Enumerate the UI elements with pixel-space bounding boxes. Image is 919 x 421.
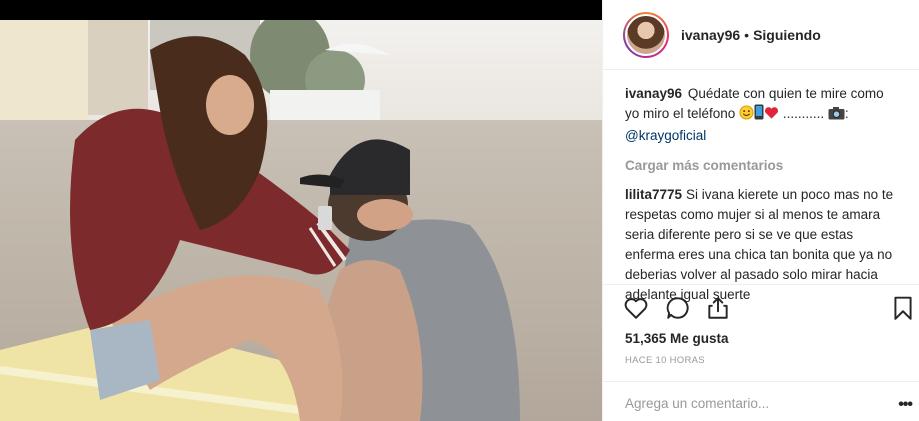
caption-dots: ........... bbox=[779, 106, 828, 121]
load-more-comments-button[interactable]: Cargar más comentarios bbox=[625, 156, 900, 176]
red-heart-icon bbox=[764, 106, 779, 126]
action-bar bbox=[603, 284, 919, 330]
post-media[interactable] bbox=[0, 0, 602, 421]
comments-list: ivanay96 Quédate con quien te mire como … bbox=[625, 84, 900, 305]
caption-mention-link[interactable]: @kraygoficial bbox=[625, 128, 706, 143]
add-comment-input[interactable]: Agrega un comentario... bbox=[625, 396, 769, 411]
camera-icon bbox=[828, 106, 845, 126]
share-icon[interactable] bbox=[705, 295, 731, 321]
follow-status-button[interactable]: Siguiendo bbox=[753, 27, 821, 43]
post-timestamp: HACE 10 HORAS bbox=[625, 355, 705, 366]
mobile-phone-icon bbox=[754, 104, 764, 126]
post-side-panel: ivanay96 • Siguiendo ivanay96 Quédate con … bbox=[602, 0, 919, 421]
header-separator: • bbox=[744, 26, 750, 43]
avatar[interactable] bbox=[623, 11, 669, 58]
caption-username[interactable]: ivanay96 bbox=[625, 86, 682, 101]
like-count[interactable]: 51,365 Me gusta bbox=[625, 331, 729, 346]
post-photo bbox=[0, 20, 602, 421]
heart-icon[interactable] bbox=[623, 295, 649, 321]
comment-bubble-icon[interactable] bbox=[665, 295, 691, 321]
media-top-bar bbox=[0, 0, 602, 20]
comment-username[interactable]: lilita7775 bbox=[625, 187, 682, 202]
bookmark-icon[interactable] bbox=[890, 295, 916, 321]
header-username[interactable]: ivanay96 bbox=[681, 27, 740, 43]
caption-suffix: : bbox=[844, 106, 849, 121]
add-comment-bar: Agrega un comentario... ••• bbox=[603, 381, 919, 421]
post-header: ivanay96 • Siguiendo bbox=[603, 0, 919, 70]
more-options-button[interactable]: ••• bbox=[898, 396, 913, 414]
header-user-info: ivanay96 • Siguiendo bbox=[681, 27, 821, 43]
smiling-face-icon bbox=[739, 105, 754, 126]
avatar-image bbox=[625, 13, 667, 56]
post-caption: ivanay96 Quédate con quien te mire como … bbox=[625, 84, 900, 146]
